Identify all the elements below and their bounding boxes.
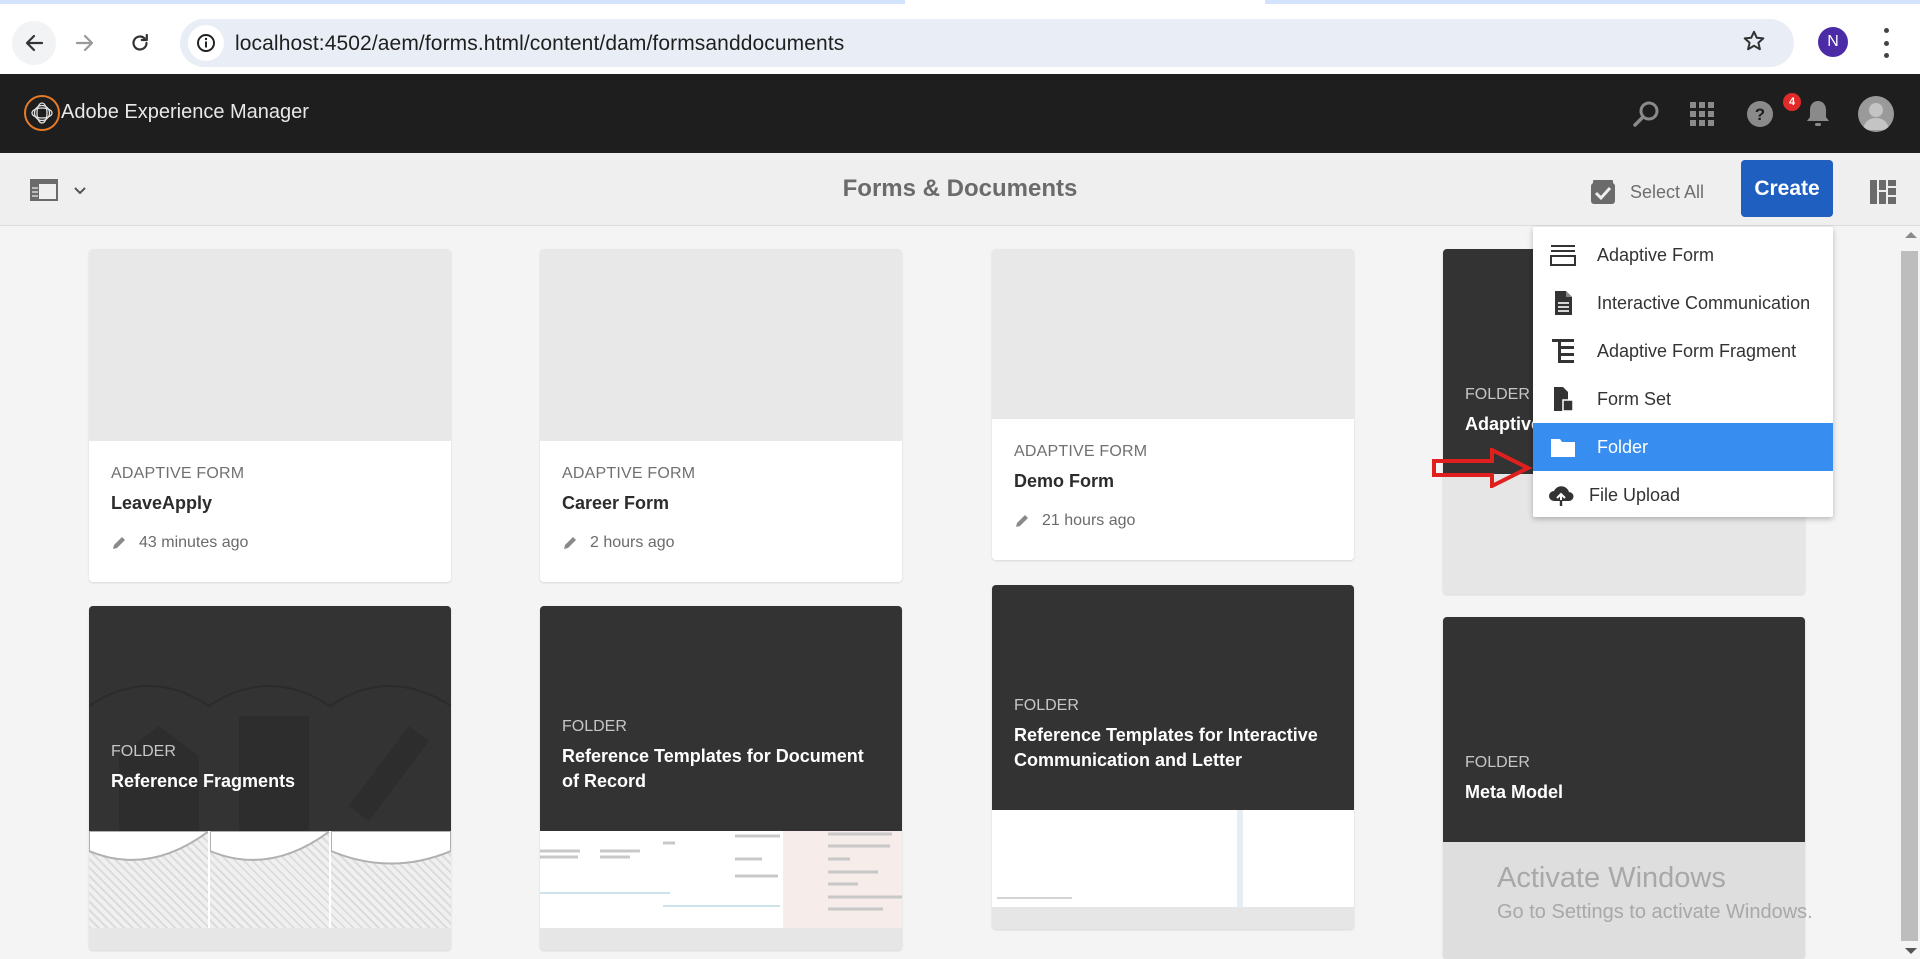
card-title: Career Form <box>562 493 670 513</box>
card-type: ADAPTIVE FORM <box>562 465 696 482</box>
solutions-grid-icon <box>1690 102 1714 126</box>
card-type: ADAPTIVE FORM <box>111 465 245 482</box>
arrow-left-icon <box>25 34 44 52</box>
folder-preview <box>540 831 902 928</box>
card-type: ADAPTIVE FORM <box>1014 443 1148 460</box>
select-all-button[interactable]: Select All <box>1590 177 1704 207</box>
folder-title: Reference Templates for Document of Reco… <box>562 746 864 791</box>
create-menu: Adaptive Form Interactive Communication … <box>1533 227 1833 517</box>
folder-card[interactable]: FOLDER Reference Templates for Interacti… <box>992 585 1354 929</box>
back-button[interactable] <box>12 21 56 65</box>
menu-item-file-upload[interactable]: File Upload <box>1533 471 1833 519</box>
folder-card[interactable]: FOLDER Reference Templates for Document … <box>540 606 902 950</box>
scroll-thumb[interactable] <box>1901 251 1918 941</box>
card-view-icon <box>1870 180 1896 204</box>
menu-item-label: Interactive Communication <box>1597 292 1811 313</box>
folder-type: FOLDER <box>1465 754 1530 771</box>
form-set-icon <box>1549 385 1577 413</box>
folder-thumbnail-pattern <box>89 685 451 831</box>
folder-title: Reference Fragments <box>111 771 296 791</box>
arrow-right-icon <box>75 34 94 52</box>
notifications-button[interactable] <box>1802 98 1834 130</box>
scroll-down-arrow-icon[interactable] <box>1905 948 1917 954</box>
browser-toolbar: localhost:4502/aem/forms.html/content/da… <box>0 4 1920 74</box>
card-modified: 43 minutes ago <box>139 534 249 551</box>
card-thumbnail <box>992 249 1354 419</box>
card-modified: 21 hours ago <box>1042 512 1136 529</box>
folder-title: Meta Model <box>1465 782 1564 802</box>
menu-item-label: Folder <box>1597 436 1649 457</box>
card-title: Demo Form <box>1014 471 1115 491</box>
folder-type: FOLDER <box>1014 697 1079 714</box>
url-text[interactable]: localhost:4502/aem/forms.html/content/da… <box>235 32 844 56</box>
info-icon <box>197 34 215 52</box>
folder-type: FOLDER <box>562 718 627 735</box>
menu-item-label: Adaptive Form <box>1597 244 1715 265</box>
pencil-icon <box>1016 515 1028 527</box>
watermark-subtitle: Go to Settings to activate Windows. <box>1497 901 1813 923</box>
asset-card[interactable]: ADAPTIVE FORM Demo Form 21 hours ago <box>992 249 1354 560</box>
address-bar[interactable]: localhost:4502/aem/forms.html/content/da… <box>180 19 1794 67</box>
folder-type: FOLDER <box>111 743 176 760</box>
cloud-upload-icon <box>1547 481 1575 509</box>
aem-logo-icon[interactable] <box>24 95 60 131</box>
menu-item-label: File Upload <box>1589 484 1681 505</box>
help-icon: ? <box>1747 101 1773 127</box>
card-thumbnail <box>89 249 451 441</box>
folder-preview <box>992 810 1354 907</box>
pencil-icon <box>564 537 576 549</box>
menu-item-label: Form Set <box>1597 388 1672 409</box>
annotation-arrow-icon <box>1432 446 1533 493</box>
folder-card[interactable]: FOLDER Reference Fragments <box>89 606 451 950</box>
search-button[interactable] <box>1630 98 1662 130</box>
fragment-icon <box>1549 337 1577 365</box>
menu-item-form-set[interactable]: Form Set <box>1533 375 1833 423</box>
content-scrollbar[interactable] <box>1898 226 1920 959</box>
adaptive-form-icon <box>1549 241 1577 269</box>
bookmark-button[interactable] <box>1742 29 1766 58</box>
watermark-title: Activate Windows <box>1497 862 1726 894</box>
menu-item-adaptive-form[interactable]: Adaptive Form <box>1533 231 1833 279</box>
action-bar: Forms & Documents Select All Create <box>0 153 1920 226</box>
solutions-button[interactable] <box>1686 98 1718 130</box>
reload-icon <box>132 33 148 51</box>
help-button[interactable]: ? <box>1744 98 1776 130</box>
product-name[interactable]: Adobe Experience Manager <box>61 101 309 124</box>
svg-text:?: ? <box>1755 105 1765 124</box>
pencil-icon <box>113 537 125 549</box>
menu-item-label: Adaptive Form Fragment <box>1597 340 1797 361</box>
windows-activation-watermark: Activate Windows Go to Settings to activ… <box>1497 862 1813 924</box>
aem-shell-header: Adobe Experience Manager ? <box>0 74 1920 153</box>
menu-item-folder[interactable]: Folder <box>1533 423 1833 471</box>
reload-button[interactable] <box>118 21 162 65</box>
folder-preview <box>89 830 451 928</box>
notification-badge: 4 <box>1783 93 1801 111</box>
search-icon <box>1633 101 1659 127</box>
menu-item-adaptive-form-fragment[interactable]: Adaptive Form Fragment <box>1533 327 1833 375</box>
forward-button[interactable] <box>63 21 107 65</box>
card-thumbnail <box>540 249 902 441</box>
folder-title: Reference Templates for Interactive Comm… <box>1014 725 1318 770</box>
star-icon <box>1743 30 1765 51</box>
site-info-button[interactable] <box>188 25 224 61</box>
create-button[interactable]: Create <box>1741 160 1833 217</box>
asset-card[interactable]: ADAPTIVE FORM Career Form 2 hours ago <box>540 249 902 582</box>
card-title: LeaveApply <box>111 493 213 513</box>
scroll-up-arrow-icon[interactable] <box>1905 232 1917 238</box>
select-all-label: Select All <box>1630 181 1705 202</box>
browser-menu-button[interactable] <box>1880 28 1892 58</box>
user-avatar-icon[interactable] <box>1858 96 1894 132</box>
folder-icon <box>1549 433 1577 461</box>
menu-item-interactive-communication[interactable]: Interactive Communication <box>1533 279 1833 327</box>
checkbox-checked-icon <box>1591 180 1615 204</box>
bell-icon <box>1807 101 1829 126</box>
profile-avatar[interactable]: N <box>1818 27 1848 57</box>
document-icon <box>1549 289 1577 317</box>
view-switcher-button[interactable] <box>1870 180 1896 209</box>
card-modified: 2 hours ago <box>590 534 675 551</box>
asset-card[interactable]: ADAPTIVE FORM LeaveApply 43 minutes ago <box>89 249 451 582</box>
